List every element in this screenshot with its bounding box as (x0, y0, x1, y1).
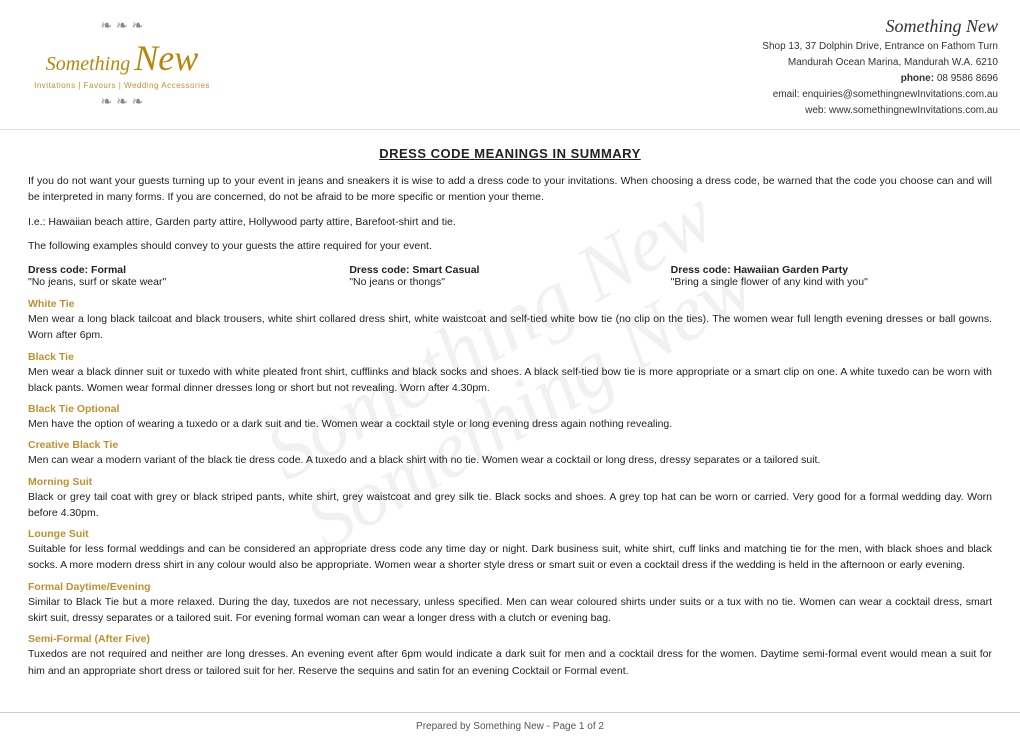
section-white-tie-body: Men wear a long black tailcoat and black… (28, 311, 992, 344)
dress-codes-row: Dress code: Formal "No jeans, surf or sk… (28, 264, 992, 288)
dress-code-formal-label: Dress code: Formal (28, 264, 349, 276)
intro-para2: I.e.: Hawaiian beach attire, Garden part… (28, 214, 992, 230)
main-title: DRESS CODE MEANINGS IN SUMMARY (28, 146, 992, 161)
section-semi-formal: Semi-Formal (After Five) Tuxedos are not… (28, 633, 992, 679)
header: ❧ ❧ ❧ Something New Invitations | Favour… (0, 0, 1020, 130)
section-morning-suit-body: Black or grey tail coat with grey or bla… (28, 489, 992, 522)
dress-code-smart-casual-label: Dress code: Smart Casual (349, 264, 670, 276)
dress-code-hawaiian: Dress code: Hawaiian Garden Party "Bring… (671, 264, 992, 288)
footer-text: Prepared by Something New - Page 1 of 2 (416, 721, 604, 732)
web-value: www.somethingnewInvitations.com.au (829, 105, 998, 116)
logo-area: ❧ ❧ ❧ Something New Invitations | Favour… (22, 14, 222, 113)
section-creative-black-tie-body: Men can wear a modern variant of the bla… (28, 452, 992, 468)
brand-name: Something New (762, 16, 998, 37)
section-black-tie-body: Men wear a black dinner suit or tuxedo w… (28, 364, 992, 397)
dress-code-hawaiian-quote: "Bring a single flower of any kind with … (671, 276, 992, 288)
section-black-tie-title: Black Tie (28, 351, 992, 363)
section-lounge-suit: Lounge Suit Suitable for less formal wed… (28, 528, 992, 574)
section-formal-daytime-evening: Formal Daytime/Evening Similar to Black … (28, 581, 992, 627)
page: ❧ ❧ ❧ Something New Invitations | Favour… (0, 0, 1020, 738)
content: DRESS CODE MEANINGS IN SUMMARY If you do… (0, 130, 1020, 702)
address-line2: Mandurah Ocean Marina, Mandurah W.A. 621… (762, 55, 998, 71)
section-creative-black-tie: Creative Black Tie Men can wear a modern… (28, 439, 992, 468)
dress-code-smart-casual: Dress code: Smart Casual "No jeans or th… (349, 264, 670, 288)
logo-bottom-ornament: ❧ ❧ ❧ (82, 92, 162, 113)
dress-code-formal: Dress code: Formal "No jeans, surf or sk… (28, 264, 349, 288)
section-creative-black-tie-title: Creative Black Tie (28, 439, 992, 451)
section-black-tie-optional-title: Black Tie Optional (28, 403, 992, 415)
section-lounge-suit-body: Suitable for less formal weddings and ca… (28, 541, 992, 574)
section-black-tie-optional-body: Men have the option of wearing a tuxedo … (28, 416, 992, 432)
logo-s: Something (46, 53, 130, 76)
dress-code-hawaiian-label: Dress code: Hawaiian Garden Party (671, 264, 992, 276)
svg-text:❧ ❧ ❧: ❧ ❧ ❧ (101, 17, 144, 33)
intro-para1: If you do not want your guests turning u… (28, 173, 992, 206)
contact-area: Something New Shop 13, 37 Dolphin Drive,… (762, 14, 998, 119)
section-morning-suit: Morning Suit Black or grey tail coat wit… (28, 476, 992, 522)
section-white-tie: White Tie Men wear a long black tailcoat… (28, 298, 992, 344)
section-lounge-suit-title: Lounge Suit (28, 528, 992, 540)
dress-code-smart-casual-quote: "No jeans or thongs" (349, 276, 670, 288)
email-line: email: enquiries@somethingnewInvitations… (762, 87, 998, 103)
phone-number: 08 9586 8696 (937, 73, 998, 84)
section-semi-formal-body: Tuxedos are not required and neither are… (28, 646, 992, 679)
dress-code-formal-quote: "No jeans, surf or skate wear" (28, 276, 349, 288)
section-formal-daytime-evening-title: Formal Daytime/Evening (28, 581, 992, 593)
address-line1: Shop 13, 37 Dolphin Drive, Entrance on F… (762, 39, 998, 55)
section-formal-daytime-evening-body: Similar to Black Tie but a more relaxed.… (28, 594, 992, 627)
phone-line: phone: 08 9586 8696 (762, 71, 998, 87)
logo-tagline: Invitations | Favours | Wedding Accessor… (34, 81, 210, 90)
svg-text:❧ ❧ ❧: ❧ ❧ ❧ (101, 93, 144, 109)
section-black-tie: Black Tie Men wear a black dinner suit o… (28, 351, 992, 397)
section-morning-suit-title: Morning Suit (28, 476, 992, 488)
section-white-tie-title: White Tie (28, 298, 992, 310)
email-value: enquiries@somethingnewInvitations.com.au (802, 89, 998, 100)
logo-new: New (134, 37, 198, 79)
address-block: Shop 13, 37 Dolphin Drive, Entrance on F… (762, 39, 998, 119)
section-semi-formal-title: Semi-Formal (After Five) (28, 633, 992, 645)
section-black-tie-optional: Black Tie Optional Men have the option o… (28, 403, 992, 432)
intro-para3: The following examples should convey to … (28, 238, 992, 254)
logo-top-ornament: ❧ ❧ ❧ (82, 14, 162, 37)
footer: Prepared by Something New - Page 1 of 2 (0, 712, 1020, 738)
web-line: web: www.somethingnewInvitations.com.au (762, 103, 998, 119)
